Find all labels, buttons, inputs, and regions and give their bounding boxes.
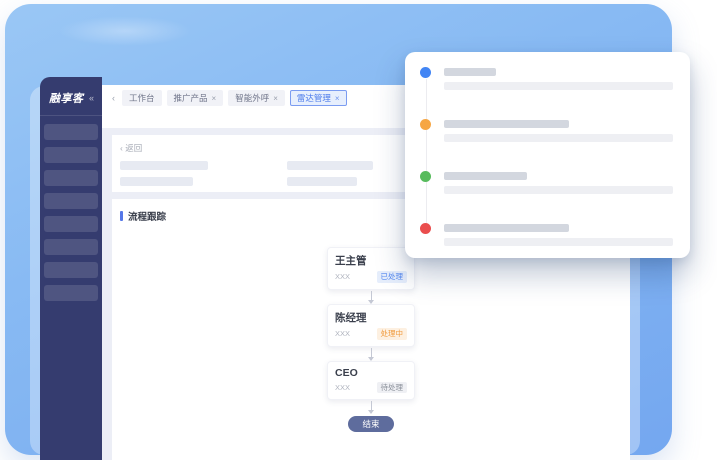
sidebar-nav-item-placeholder[interactable]	[44, 239, 98, 255]
tab-close-icon[interactable]: ×	[273, 94, 278, 103]
skeleton-title-bar	[444, 224, 569, 232]
node-subtitle: XXX	[335, 329, 350, 338]
timeline-connector-line	[426, 79, 427, 229]
sidebar-collapse-icon[interactable]: «	[89, 93, 94, 103]
illustration-stage: 融享客 « ‹ 工作台 推广产品 × 智能外呼 ×	[0, 0, 717, 460]
skeleton-subtitle-bar	[444, 82, 673, 90]
back-chevron-icon: ‹	[120, 143, 123, 153]
timeline-dot-green-icon	[420, 171, 431, 182]
section-title: 流程跟踪	[128, 209, 166, 223]
timeline-item	[420, 172, 673, 194]
tab-label: 推广产品	[174, 92, 208, 104]
sidebar-nav-item-placeholder[interactable]	[44, 147, 98, 163]
tab-scroll-left-icon[interactable]: ‹	[110, 93, 117, 103]
timeline-dot-blue-icon	[420, 67, 431, 78]
sidebar: 融享客 «	[40, 77, 102, 460]
flow-node-manager: 陈经理 XXX 处理中	[327, 304, 415, 347]
skeleton-text-bar	[120, 177, 193, 186]
timeline-item	[420, 224, 673, 246]
sidebar-nav-list	[40, 116, 102, 301]
approval-flow: 王主管 XXX 已处理 陈经理 XXX 处理中	[327, 247, 415, 432]
tab-close-icon[interactable]: ×	[212, 94, 217, 103]
skeleton-text-bar	[287, 161, 373, 170]
sidebar-logo-row: 融享客 «	[40, 77, 102, 106]
node-subtitle: XXX	[335, 272, 350, 281]
flow-arrow-down-icon	[371, 291, 372, 303]
node-name: CEO	[335, 367, 407, 379]
tab-label: 智能外呼	[235, 92, 269, 104]
timeline-item	[420, 68, 673, 90]
node-name: 王主管	[335, 253, 407, 268]
sidebar-nav-item-placeholder[interactable]	[44, 285, 98, 301]
flow-end-node: 结束	[348, 416, 394, 432]
status-badge: 待处理	[377, 382, 408, 394]
timeline-card	[405, 52, 690, 258]
sidebar-nav-item-placeholder[interactable]	[44, 262, 98, 278]
skeleton-text-bar	[120, 161, 208, 170]
node-subtitle: XXX	[335, 383, 350, 392]
flow-arrow-down-icon	[371, 348, 372, 360]
sidebar-nav-item-placeholder[interactable]	[44, 216, 98, 232]
tab-promote-products[interactable]: 推广产品 ×	[167, 90, 224, 106]
tab-workbench[interactable]: 工作台	[122, 90, 162, 106]
flow-arrow-down-icon	[371, 401, 372, 413]
skeleton-title-bar	[444, 120, 569, 128]
section-accent-bar	[120, 211, 123, 221]
status-badge: 处理中	[377, 328, 408, 340]
sidebar-nav-item-placeholder[interactable]	[44, 193, 98, 209]
timeline-dot-orange-icon	[420, 119, 431, 130]
flow-node-ceo: CEO XXX 待处理	[327, 361, 415, 401]
skeleton-subtitle-bar	[444, 134, 673, 142]
skeleton-title-bar	[444, 68, 496, 76]
app-logo: 融享客	[49, 90, 84, 106]
timeline-dot-red-icon	[420, 223, 431, 234]
tab-close-icon[interactable]: ×	[335, 94, 340, 103]
sidebar-nav-item-placeholder[interactable]	[44, 124, 98, 140]
tab-label: 雷达管理	[297, 92, 331, 104]
tab-smart-call[interactable]: 智能外呼 ×	[228, 90, 285, 106]
skeleton-text-bar	[287, 177, 357, 186]
skeleton-title-bar	[444, 172, 527, 180]
flow-node-supervisor: 王主管 XXX 已处理	[327, 247, 415, 290]
timeline-item	[420, 120, 673, 142]
skeleton-subtitle-bar	[444, 186, 673, 194]
back-label: 返回	[125, 143, 142, 153]
status-badge: 已处理	[377, 271, 408, 283]
sidebar-nav-item-placeholder[interactable]	[44, 170, 98, 186]
tab-label: 工作台	[129, 92, 155, 104]
tab-radar-management[interactable]: 雷达管理 ×	[290, 90, 347, 106]
node-name: 陈经理	[335, 310, 407, 325]
skeleton-subtitle-bar	[444, 238, 673, 246]
